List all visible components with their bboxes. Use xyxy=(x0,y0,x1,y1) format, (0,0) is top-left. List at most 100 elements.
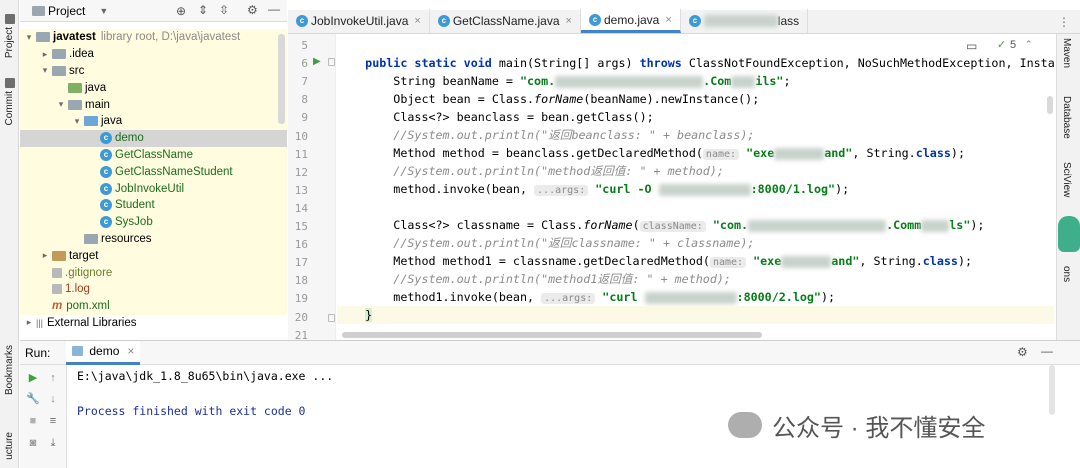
folder-icon xyxy=(68,99,82,110)
line-number: 9 xyxy=(301,111,308,125)
sciview-tool-tab[interactable]: SciView xyxy=(1061,162,1072,197)
code-token: method.invoke(bean, xyxy=(365,182,535,196)
rerun-icon[interactable]: ▶ xyxy=(26,371,40,385)
code-token: , String. xyxy=(859,254,923,268)
class-icon: c xyxy=(100,132,112,145)
collapse-icon[interactable]: ⇳ xyxy=(219,3,229,17)
commit-icon xyxy=(4,78,15,88)
tree-item[interactable]: c SysJob xyxy=(20,213,287,231)
wrench-icon[interactable]: 🔧 xyxy=(26,392,40,406)
arrow-down-icon[interactable]: ↓ xyxy=(46,392,60,406)
code-string: and" xyxy=(824,146,853,160)
tree-item[interactable]: c GetClassName xyxy=(20,146,287,164)
expand-arrow-icon[interactable]: ▾ xyxy=(72,116,82,127)
project-tool-tab[interactable]: Project xyxy=(1,14,18,58)
tree-item[interactable]: m pom.xml xyxy=(20,297,287,315)
expand-icon[interactable]: ⇕ xyxy=(198,3,208,17)
inspection-count: 5 xyxy=(1010,39,1017,51)
database-tool-tab[interactable]: Database xyxy=(1061,96,1072,139)
tab-demo[interactable]: c demo.java × xyxy=(580,9,681,33)
tree-item[interactable]: ▾ javatest library root, D:\java\javatest xyxy=(20,29,287,46)
scroll-to-end-icon[interactable]: ⤓ xyxy=(46,436,60,450)
locate-icon[interactable]: ⊕ xyxy=(176,4,186,18)
tree-item-label: javatest xyxy=(53,31,96,44)
tree-item[interactable]: ▸ target xyxy=(20,247,287,265)
expand-arrow-icon[interactable]: ▾ xyxy=(40,65,50,76)
folder-icon xyxy=(52,65,66,76)
project-view-selector[interactable]: Project ▼ xyxy=(30,4,108,18)
tree-item[interactable]: ▸ ||| External Libraries xyxy=(20,315,287,332)
tree-item[interactable]: c Student xyxy=(20,196,287,214)
line-number: 15 xyxy=(294,220,308,233)
expand-arrow-icon[interactable]: ▾ xyxy=(24,32,34,43)
console-scrollbar[interactable] xyxy=(1049,365,1055,415)
tree-item[interactable]: ▾ main xyxy=(20,96,287,113)
tab-jobinvokeutil[interactable]: c JobInvokeUtil.java × xyxy=(288,9,430,33)
tree-scrollbar[interactable] xyxy=(278,34,285,124)
code-string: .Com xyxy=(703,74,732,88)
stop-icon[interactable]: ■ xyxy=(26,414,40,428)
expand-arrow-icon[interactable]: ▸ xyxy=(24,317,34,328)
maven-tool-tab[interactable]: Maven xyxy=(1061,38,1072,68)
code-token: ); xyxy=(820,290,836,304)
run-icon[interactable]: ▶ xyxy=(313,56,321,67)
notifications-tool-tab[interactable]: ons xyxy=(1061,266,1072,282)
fold-icon[interactable] xyxy=(328,58,335,66)
more-tabs-icon[interactable]: ⋮ xyxy=(1058,15,1070,29)
tab-blurred-class[interactable]: c lass xyxy=(681,9,809,33)
tab-getclassname[interactable]: c GetClassName.java × xyxy=(430,9,581,33)
close-icon[interactable]: × xyxy=(414,15,420,27)
bookmarks-tool-tab[interactable]: Bookmarks xyxy=(1,345,18,395)
fold-icon[interactable] xyxy=(328,314,335,322)
tree-item-label: java xyxy=(85,81,107,94)
minimize-icon[interactable]: — xyxy=(268,2,280,16)
vertical-scrollbar[interactable] xyxy=(1047,96,1053,114)
minimize-icon[interactable]: — xyxy=(1041,344,1053,358)
arrow-up-icon[interactable]: ↑ xyxy=(46,371,60,385)
redacted-text xyxy=(731,75,756,88)
run-config-tab[interactable]: demo × xyxy=(66,340,141,365)
code-token: class xyxy=(922,254,958,268)
structure-tool-tab[interactable]: ucture xyxy=(1,432,18,460)
project-pane: Project ▼ ⊕ ⇕ ⇳ ⚙ — ▾ javatest library roo… xyxy=(20,0,287,340)
horizontal-scrollbar[interactable] xyxy=(342,332,762,338)
camera-icon[interactable]: ◙ xyxy=(26,436,40,450)
tree-item[interactable]: 1.log xyxy=(20,280,287,298)
chevron-up-icon[interactable]: ⌃ xyxy=(1025,39,1033,50)
tree-item[interactable]: ▸ .idea xyxy=(20,45,287,63)
tree-item[interactable]: c JobInvokeUtil xyxy=(20,180,287,197)
tree-item[interactable]: ▾ src xyxy=(20,62,287,80)
close-icon[interactable]: × xyxy=(665,14,671,26)
gear-icon[interactable]: ⚙ xyxy=(1017,345,1028,359)
code-token: ; xyxy=(783,74,791,88)
expand-arrow-icon[interactable]: ▾ xyxy=(56,99,66,110)
project-pane-title: Project xyxy=(48,3,86,18)
tree-item-label: JobInvokeUtil xyxy=(115,182,185,195)
soft-wrap-icon[interactable]: ≡ xyxy=(46,414,60,428)
tree-item[interactable]: ▾ java xyxy=(20,112,287,130)
expand-arrow-icon[interactable]: ▸ xyxy=(40,250,50,261)
tree-item-path: library root, D:\java\javatest xyxy=(100,31,241,44)
close-icon[interactable]: × xyxy=(127,344,134,358)
tree-item-label: java xyxy=(101,115,123,128)
tree-item[interactable]: c GetClassNameStudent xyxy=(20,163,287,181)
tree-item[interactable]: c demo xyxy=(20,129,287,147)
tree-item[interactable]: resources xyxy=(20,230,287,248)
console-line: Process finished with exit code 0 xyxy=(77,404,306,418)
gear-icon[interactable]: ⚙ xyxy=(247,3,258,17)
close-icon[interactable]: × xyxy=(566,15,572,27)
code-editor[interactable]: public static void main(String[] args) t… xyxy=(337,34,1054,340)
tree-item-label: External Libraries xyxy=(47,316,137,329)
code-token: Class<?> classname = Class. xyxy=(365,218,584,232)
tree-item[interactable]: java xyxy=(20,79,287,97)
code-string: "curl -O xyxy=(595,182,659,196)
code-token: ); xyxy=(835,182,850,196)
right-tool-strip: Maven Database SciView ons xyxy=(1056,34,1080,340)
folder-icon xyxy=(52,49,66,60)
tree-item[interactable]: .gitignore xyxy=(20,264,287,281)
code-token: Object bean = Class. xyxy=(365,92,535,106)
expand-arrow-icon[interactable]: ▸ xyxy=(40,49,50,60)
commit-tool-tab[interactable]: Commit xyxy=(1,78,18,125)
reader-mode-icon[interactable]: ▭ xyxy=(966,39,977,53)
inspection-ok-icon[interactable]: ✓ xyxy=(997,38,1006,51)
